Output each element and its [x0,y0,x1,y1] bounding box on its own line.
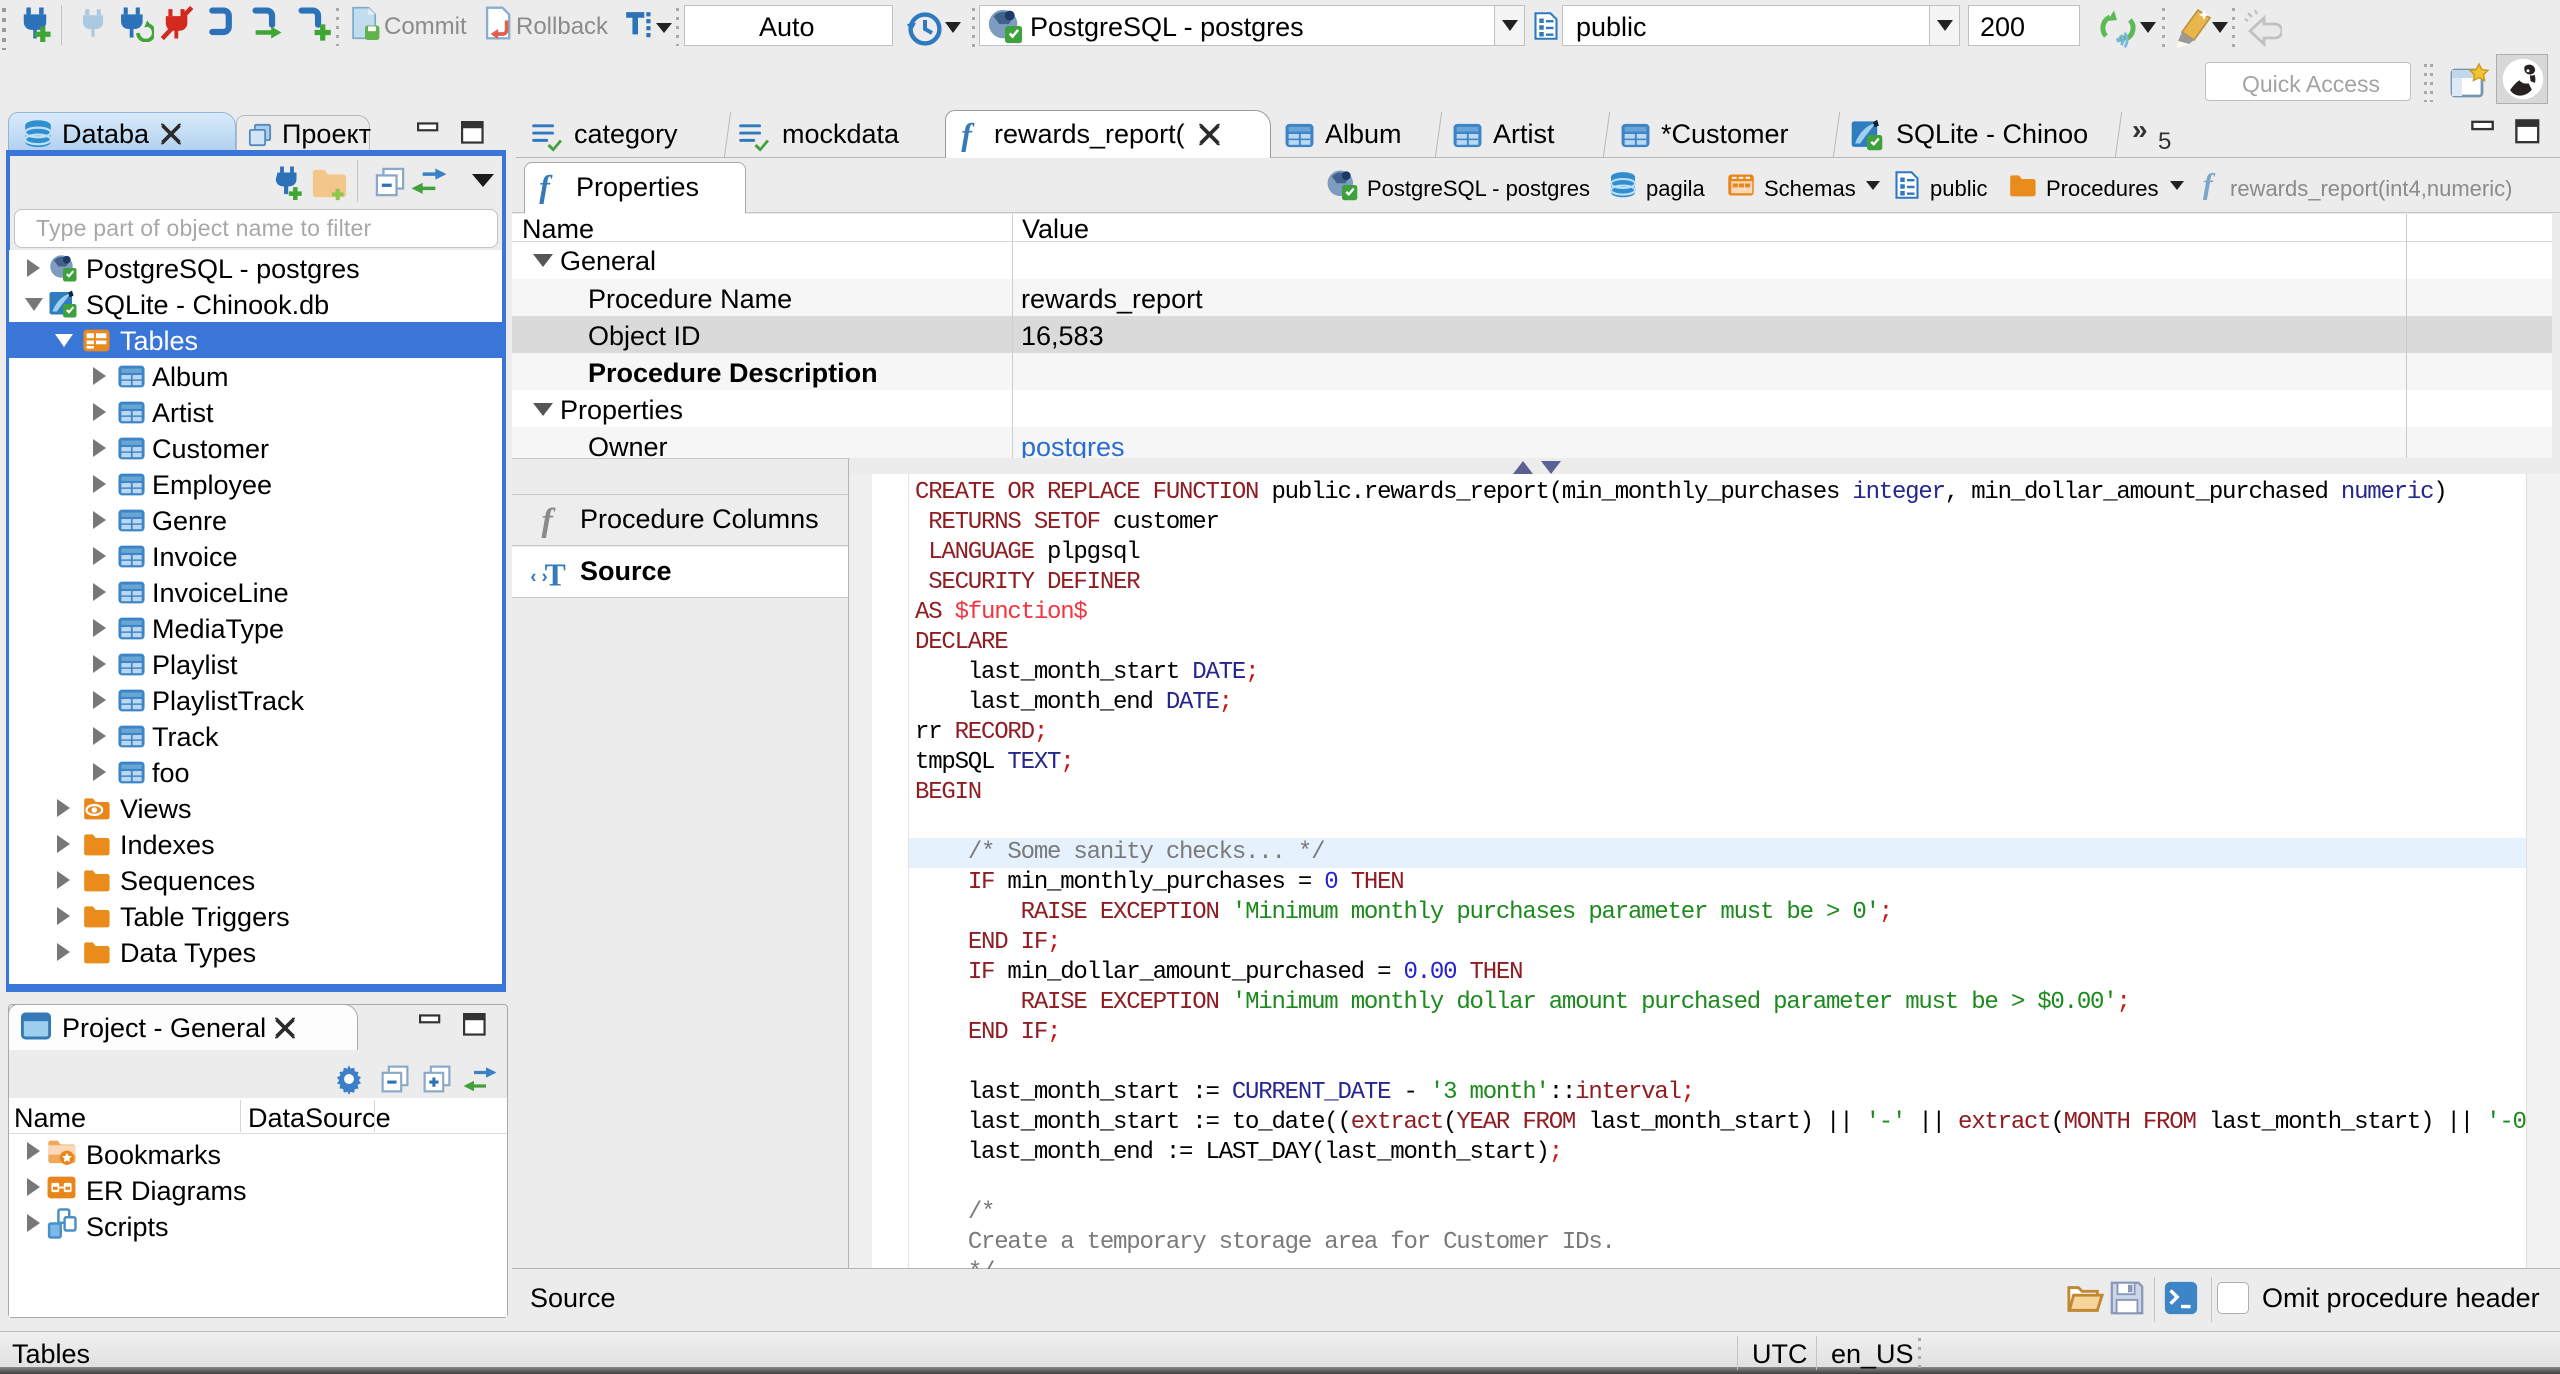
svg-text:T: T [545,558,566,593]
svg-text:f: f [541,503,556,538]
